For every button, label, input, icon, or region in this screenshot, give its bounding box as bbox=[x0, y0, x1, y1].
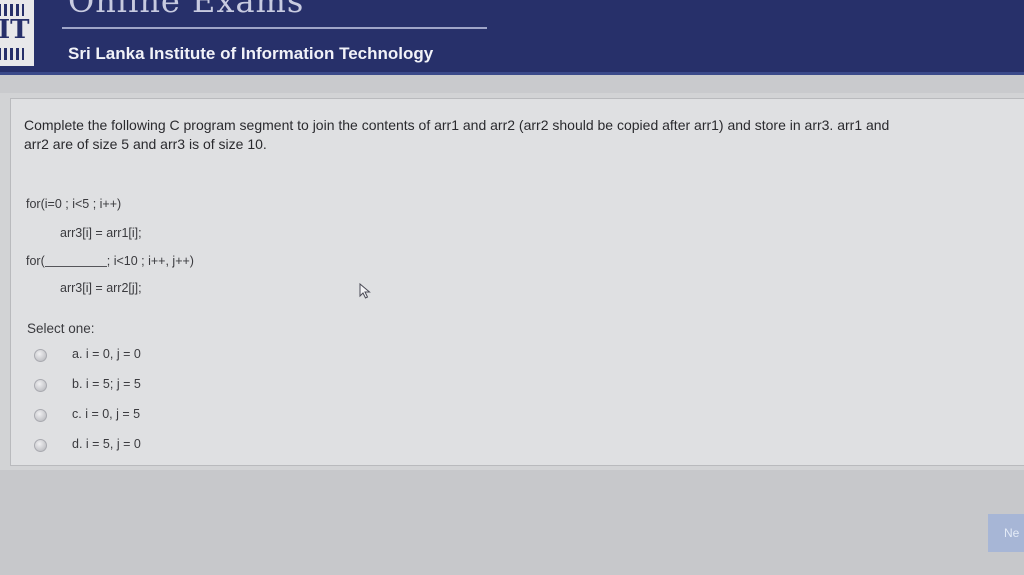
code-line-2: arr3[i] = arr1[i]; bbox=[60, 226, 142, 240]
page-footer-area bbox=[0, 470, 1024, 575]
radio-button-icon[interactable] bbox=[34, 439, 47, 452]
radio-button-icon[interactable] bbox=[34, 349, 47, 362]
logo-grid-bottom bbox=[0, 48, 24, 60]
option-c-label[interactable]: c. i = 0, j = 5 bbox=[72, 407, 140, 421]
banner-title: Online Exams bbox=[68, 0, 305, 20]
code-line-3-suffix: ; i<10 ; i++, j++) bbox=[106, 254, 194, 268]
banner-divider bbox=[62, 27, 487, 29]
site-header: IT Online Exams Sri Lanka Institute of I… bbox=[0, 0, 1024, 75]
radio-button-icon[interactable] bbox=[34, 379, 47, 392]
institute-name: Sri Lanka Institute of Information Techn… bbox=[68, 44, 434, 63]
code-line-3: for( ; i<10 ; i++, j++) bbox=[26, 254, 194, 268]
mouse-pointer-icon bbox=[359, 282, 371, 303]
header-shadow-band bbox=[0, 75, 1024, 93]
code-line-3-prefix: for( bbox=[26, 254, 45, 268]
question-text-line2: arr2 are of size 5 and arr3 is of size 1… bbox=[24, 136, 267, 152]
select-one-label: Select one: bbox=[27, 321, 95, 336]
option-b-label[interactable]: b. i = 5; j = 5 bbox=[72, 377, 141, 391]
option-d-label[interactable]: d. i = 5, j = 0 bbox=[72, 437, 141, 451]
radio-button-icon[interactable] bbox=[34, 409, 47, 422]
option-a-label[interactable]: a. i = 0, j = 0 bbox=[72, 347, 141, 361]
next-page-button[interactable]: Ne bbox=[988, 514, 1024, 552]
logo-text: IT bbox=[0, 15, 30, 45]
question-text: Complete the following C program segment… bbox=[24, 116, 1014, 154]
fill-in-blank bbox=[44, 265, 107, 267]
code-line-4: arr3[i] = arr2[j]; bbox=[60, 281, 142, 295]
code-line-1: for(i=0 ; i<5 ; i++) bbox=[26, 197, 122, 211]
question-text-line1: Complete the following C program segment… bbox=[24, 117, 890, 133]
sliit-logo: IT bbox=[0, 0, 34, 66]
